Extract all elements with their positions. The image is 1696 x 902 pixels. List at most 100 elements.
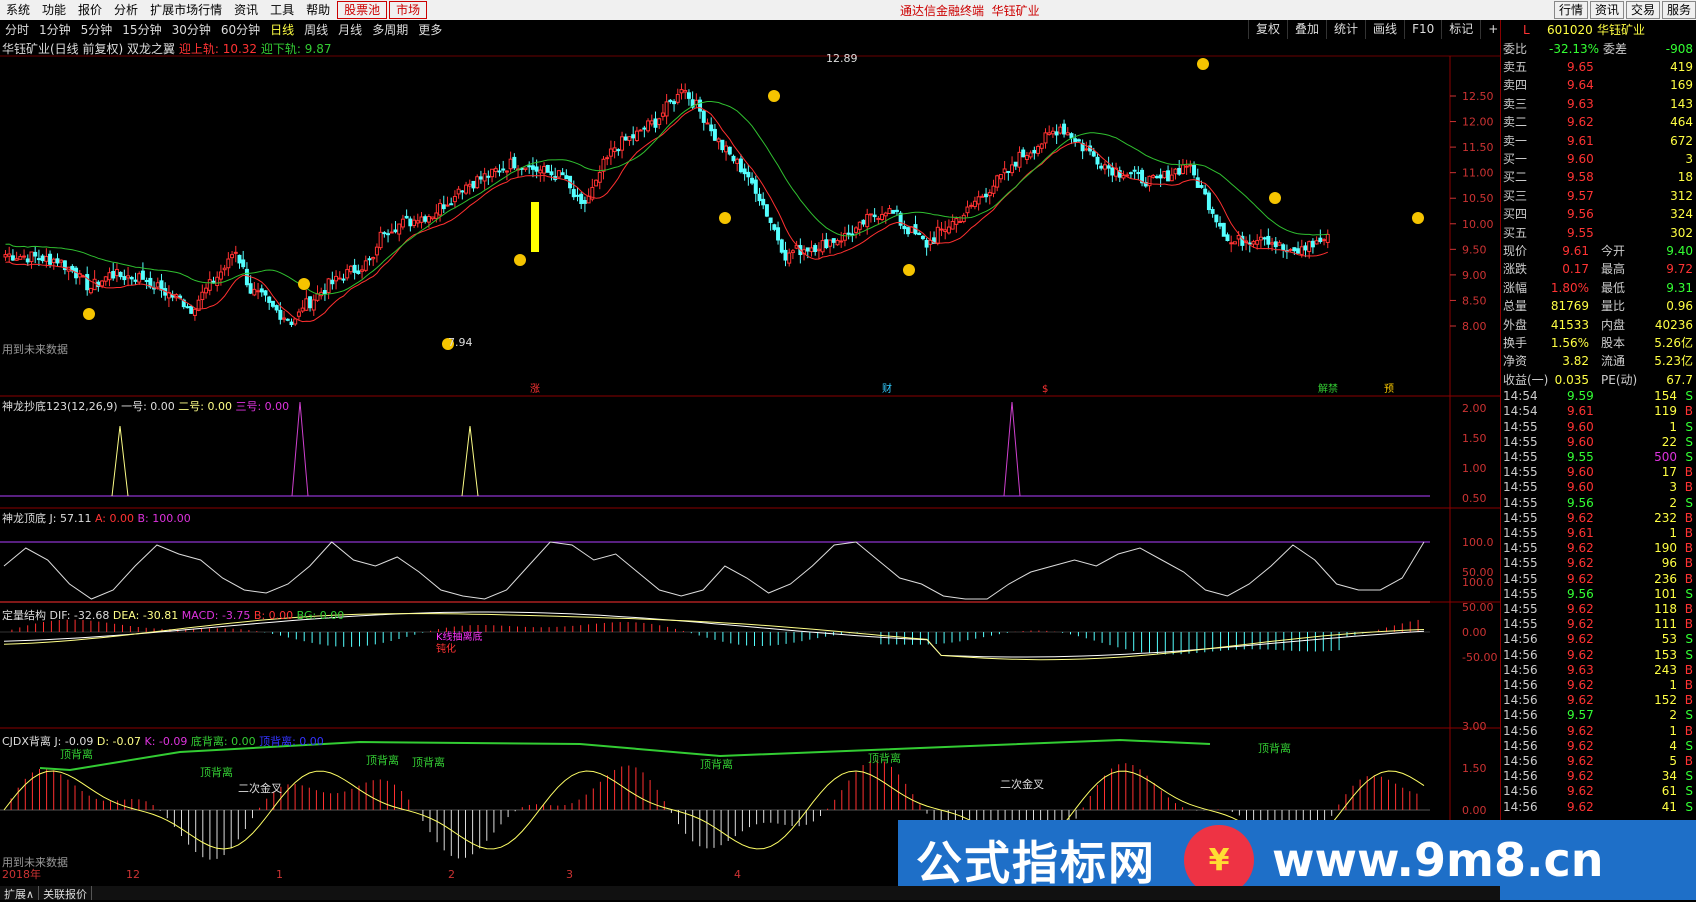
menu-info[interactable]: 资讯 <box>228 0 264 20</box>
menu-ext-market[interactable]: 扩展市场行情 <box>144 0 228 20</box>
tick-price: 9.62 <box>1567 738 1594 753</box>
stat-value: 5.26亿 <box>1654 336 1693 350</box>
tick-side: S <box>1685 708 1693 723</box>
stock-pool-button[interactable]: 股票池 <box>337 1 388 19</box>
panel5-axis-label: 1.50 <box>1462 762 1487 775</box>
candle-body <box>334 275 339 282</box>
period-1min[interactable]: 1分钟 <box>34 21 76 38</box>
candle-body <box>270 300 275 307</box>
candle-body <box>434 212 439 219</box>
stat-label: 量比 <box>1601 299 1626 314</box>
candle-body <box>935 226 940 245</box>
candle-body <box>1192 165 1197 176</box>
tick-price: 9.62 <box>1567 769 1594 784</box>
candle-body <box>51 258 56 264</box>
future-data-note: 用到未来数据 <box>2 342 68 356</box>
tick-row: 14:55 9.56 2 S <box>1501 496 1696 511</box>
candle-body <box>22 255 27 258</box>
panel4-axis-label: -50.00 <box>1462 651 1497 664</box>
tool-f10[interactable]: F10 <box>1404 20 1441 39</box>
menu-help[interactable]: 帮助 <box>300 0 336 20</box>
tick-side: S <box>1685 419 1693 434</box>
candle-body <box>1303 245 1308 251</box>
candle-body <box>820 240 825 253</box>
candle-body <box>805 247 810 252</box>
period-more[interactable]: 更多 <box>413 21 447 38</box>
top-btn-trade[interactable]: 交易 <box>1625 1 1660 19</box>
tick-volume: 500 <box>1654 450 1677 464</box>
chart-area[interactable]: 12.5012.0011.5011.0010.5010.009.509.008.… <box>0 40 1500 886</box>
candle-body <box>88 287 93 294</box>
period-15min[interactable]: 15分钟 <box>117 21 166 38</box>
tick-side: B <box>1684 602 1693 616</box>
tick-volume: 4 <box>1669 738 1677 753</box>
candle-body <box>1036 145 1041 154</box>
tick-volume: 243 <box>1654 662 1677 677</box>
tick-volume: 17 <box>1661 465 1677 480</box>
stat-row: 总量 81769 量比 0.96 <box>1501 297 1696 315</box>
tick-volume: 154 <box>1654 389 1677 404</box>
stat-label: 流通 <box>1601 354 1626 369</box>
menu-analysis[interactable]: 分析 <box>108 0 144 20</box>
candle-body <box>512 156 517 169</box>
menu-function[interactable]: 功能 <box>36 0 72 20</box>
candle-body <box>876 217 881 220</box>
signal-spike <box>291 401 309 497</box>
low-price-label: 7.94 <box>448 336 473 349</box>
tool-stats[interactable]: 统计 <box>1326 20 1365 39</box>
period-5min[interactable]: 5分钟 <box>76 21 118 38</box>
candle-body <box>337 277 342 280</box>
candle-body <box>92 278 97 291</box>
bid-price: 9.60 <box>1567 152 1594 166</box>
candle-body <box>627 136 632 142</box>
period-monthly[interactable]: 月线 <box>333 21 367 38</box>
period-weekly[interactable]: 周线 <box>299 21 333 38</box>
tool-mark[interactable]: 标记 <box>1441 20 1480 39</box>
tick-volume: 232 <box>1654 510 1677 525</box>
period-30min[interactable]: 30分钟 <box>167 21 216 38</box>
candle-body <box>579 193 584 205</box>
candle-body <box>300 307 305 312</box>
top-btn-quote[interactable]: 行情 <box>1553 1 1588 19</box>
tab-related-quote[interactable]: 关联报价 <box>39 886 93 901</box>
market-button[interactable]: 市场 <box>389 1 428 19</box>
tab-extend[interactable]: 扩展∧ <box>0 886 40 901</box>
tick-time: 14:55 <box>1503 586 1538 601</box>
menu-tools[interactable]: 工具 <box>264 0 300 20</box>
candle-body <box>1002 168 1007 174</box>
bid-label: 买二 <box>1503 170 1528 185</box>
tick-volume: 3 <box>1669 480 1677 495</box>
candle-body <box>750 177 755 184</box>
tool-draw[interactable]: 画线 <box>1365 20 1404 39</box>
period-60min[interactable]: 60分钟 <box>216 21 265 38</box>
stat-value: 9.72 <box>1666 262 1693 277</box>
menu-system[interactable]: 系统 <box>0 0 36 20</box>
candle-body <box>259 288 264 293</box>
candle-body <box>828 239 833 247</box>
period-daily[interactable]: 日线 <box>265 21 299 38</box>
period-multi[interactable]: 多周期 <box>367 21 413 38</box>
candle-body <box>776 227 781 241</box>
watermark-logo-icon: ¥ <box>1184 825 1254 895</box>
tool-adjust[interactable]: 复权 <box>1248 20 1287 39</box>
bid-row: 买四 9.56 324 <box>1501 205 1696 223</box>
top-btn-service[interactable]: 服务 <box>1661 1 1696 19</box>
event-marker: $ <box>1042 384 1048 395</box>
menu-quote[interactable]: 报价 <box>72 0 108 20</box>
event-marker: 解禁 <box>1318 382 1338 395</box>
candle-body <box>783 249 788 261</box>
candle-body <box>731 155 736 162</box>
candle-body <box>620 136 625 151</box>
candle-body <box>672 101 677 105</box>
candle-body <box>1266 235 1271 245</box>
period-intraday[interactable]: 分时 <box>0 21 34 38</box>
stat-row: 收益(一) 0.035 PE(动) 67.7 <box>1501 371 1696 389</box>
candle-body <box>501 168 506 171</box>
tick-price: 9.62 <box>1567 602 1594 616</box>
top-btn-info[interactable]: 资讯 <box>1589 1 1624 19</box>
candle-body <box>1173 168 1178 175</box>
candle-body <box>668 99 673 103</box>
tick-side: S <box>1685 769 1693 784</box>
candle-body <box>1054 131 1059 136</box>
tool-overlay[interactable]: 叠加 <box>1287 20 1326 39</box>
